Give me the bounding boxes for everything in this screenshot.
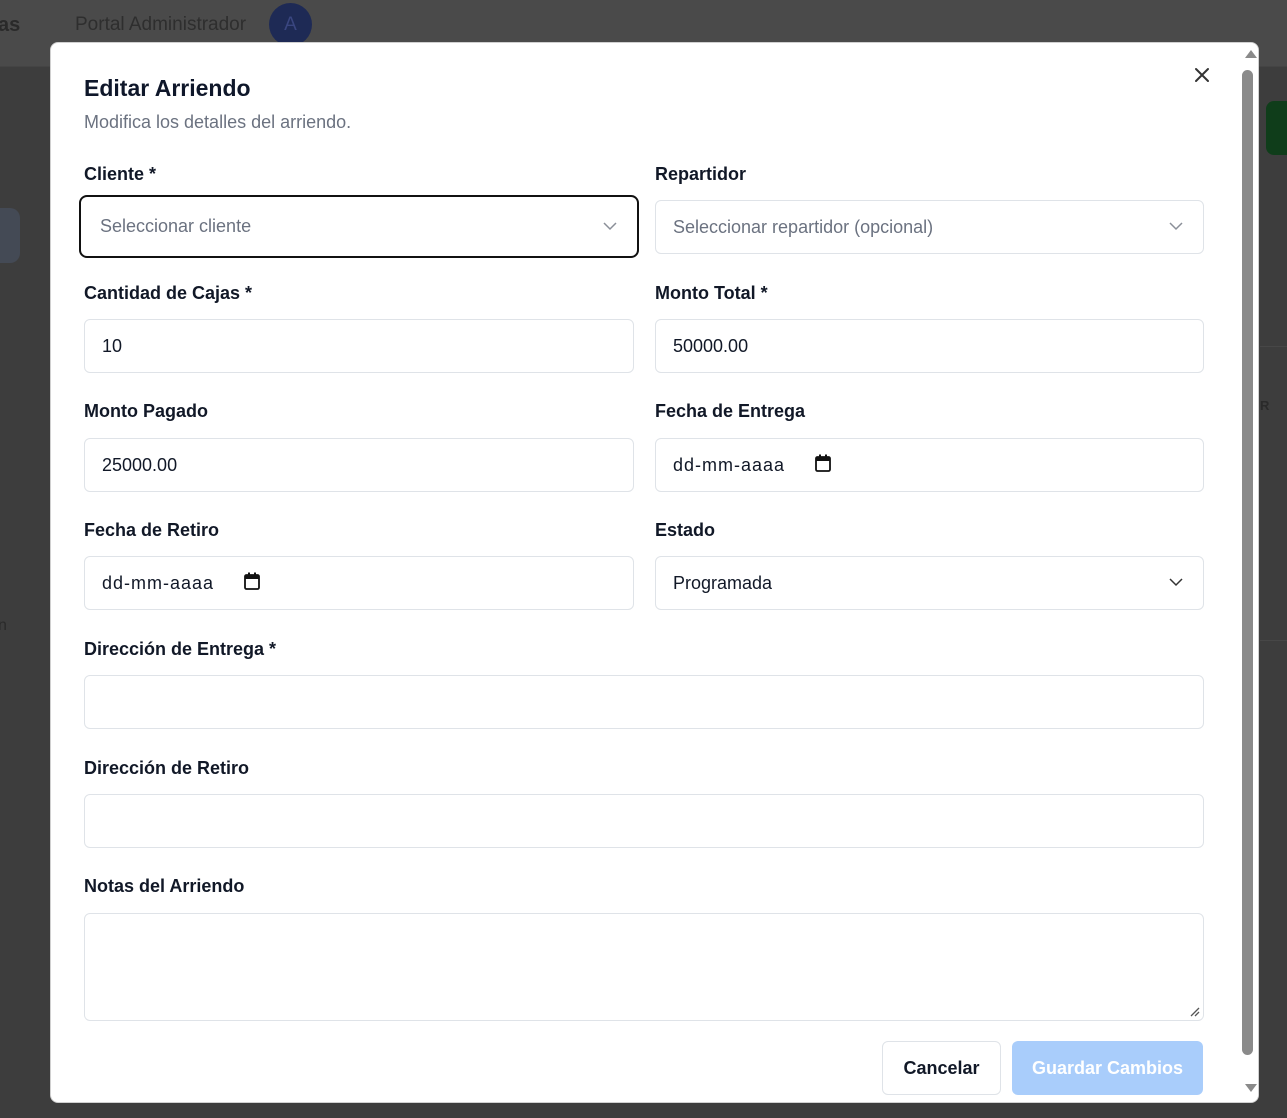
save-changes-button[interactable]: Guardar Cambios <box>1012 1041 1203 1095</box>
scroll-down-arrow-icon[interactable] <box>1245 1084 1257 1093</box>
fecha-entrega-label: Fecha de Entrega <box>655 401 806 421</box>
cancel-button[interactable]: Cancelar <box>882 1041 1001 1095</box>
monto-pagado-value: 25000.00 <box>102 454 178 475</box>
monto-total-value: 50000.00 <box>673 335 749 356</box>
background-action-button <box>1266 101 1287 155</box>
repartidor-label: Repartidor <box>655 164 747 184</box>
direccion-entrega-input[interactable] <box>84 675 1204 729</box>
background-brand: as <box>0 14 21 36</box>
monto-pagado-input[interactable]: 25000.00 <box>84 438 634 492</box>
scroll-up-arrow-icon[interactable] <box>1245 49 1257 58</box>
cliente-label: Cliente * <box>84 164 157 184</box>
background-divider <box>1260 346 1287 347</box>
monto-pagado-label: Monto Pagado <box>84 401 208 421</box>
estado-value: Programada <box>673 572 773 593</box>
direccion-entrega-label: Dirección de Entrega * <box>84 639 277 659</box>
monto-total-label: Monto Total * <box>655 283 768 303</box>
fecha-retiro-label: Fecha de Retiro <box>84 520 220 540</box>
fecha-entrega-placeholder: dd-mm-aaaa <box>673 454 786 475</box>
repartidor-select[interactable]: Seleccionar repartidor (opcional) <box>655 200 1204 254</box>
chevron-down-icon <box>603 221 617 230</box>
notas-textarea[interactable] <box>84 913 1204 1021</box>
fecha-entrega-input[interactable]: dd-mm-aaaa <box>655 438 1204 492</box>
portal-title: Portal Administrador <box>75 14 247 35</box>
calendar-icon[interactable] <box>815 454 831 477</box>
cantidad-cajas-label: Cantidad de Cajas * <box>84 283 253 303</box>
direccion-retiro-label: Dirección de Retiro <box>84 758 250 778</box>
background-divider <box>1260 640 1287 641</box>
background-sidebar-item <box>0 208 20 263</box>
calendar-icon[interactable] <box>244 572 260 595</box>
dialog-title: Editar Arriendo <box>84 75 251 101</box>
edit-rental-dialog: Editar Arriendo Modifica los detalles de… <box>50 42 1259 1103</box>
repartidor-placeholder: Seleccionar repartidor (opcional) <box>673 216 934 237</box>
avatar: A <box>269 3 312 46</box>
notas-label: Notas del Arriendo <box>84 876 245 896</box>
background-column-header: R <box>1260 398 1270 413</box>
monto-total-input[interactable]: 50000.00 <box>655 319 1204 373</box>
cantidad-cajas-input[interactable]: 10 <box>84 319 634 373</box>
close-icon <box>1195 68 1209 82</box>
chevron-down-icon <box>1169 578 1183 587</box>
chevron-down-icon <box>1169 222 1183 231</box>
direccion-retiro-input[interactable] <box>84 794 1204 848</box>
fecha-retiro-input[interactable]: dd-mm-aaaa <box>84 556 634 610</box>
close-button[interactable] <box>1190 63 1214 87</box>
cantidad-cajas-value: 10 <box>102 335 123 356</box>
scrollbar-thumb[interactable] <box>1242 70 1253 1055</box>
cliente-select[interactable]: Seleccionar cliente <box>79 195 639 258</box>
fecha-retiro-placeholder: dd-mm-aaaa <box>102 572 215 593</box>
scrollbar[interactable] <box>1240 43 1258 1102</box>
estado-select[interactable]: Programada <box>655 556 1204 610</box>
background-text: n <box>0 617 7 634</box>
resize-handle-icon[interactable] <box>1188 1005 1200 1017</box>
cliente-placeholder: Seleccionar cliente <box>100 216 252 236</box>
estado-label: Estado <box>655 520 716 540</box>
dialog-subtitle: Modifica los detalles del arriendo. <box>84 112 352 132</box>
